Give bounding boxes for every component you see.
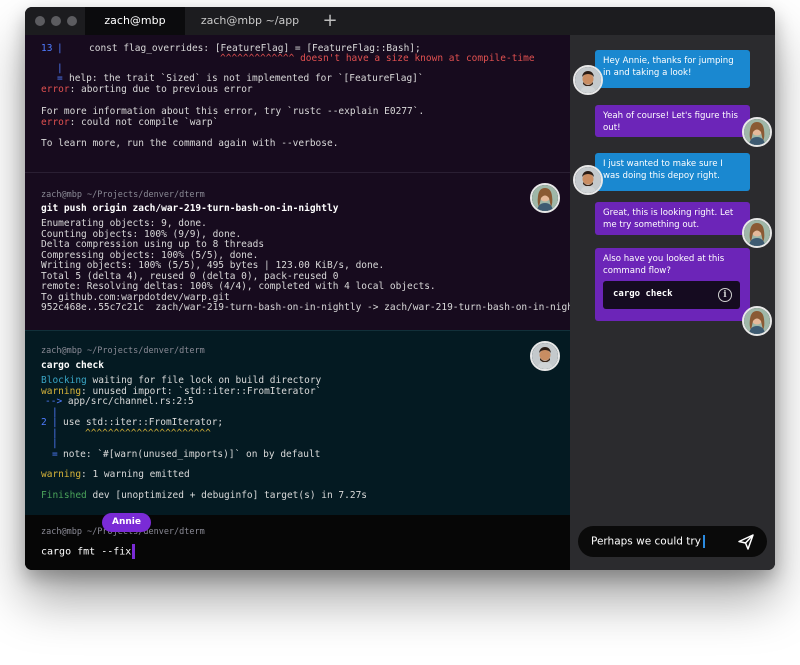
help-equals: = [57,73,63,84]
cargo-check-block[interactable]: zach@mbp ~/Projects/denver/dterm cargo c… [25,330,570,516]
location-text: app/src/channel.rs:2:5 [62,396,194,407]
shared-command-card[interactable]: cargo check i [603,281,740,309]
block-prompt: zach@mbp ~/Projects/denver/dterm [41,346,205,356]
info-icon[interactable]: i [718,288,732,302]
tab-zach-mbp[interactable]: zach@mbp [85,7,185,35]
blocking-label: Blocking [41,375,87,386]
avatar [573,165,603,195]
warning-carets: ^^^^^^^^^^^^^^^^^^^^^^ [85,427,211,439]
avatar [530,341,560,371]
output-line: warning: 1 warning emitted [41,469,190,481]
more-info-line: For more information about this error, t… [41,106,425,117]
gutter-pipe: | [52,438,58,449]
warning-text: : 1 warning emitted [81,469,190,480]
block-prompt: zach@mbp ~/Projects/denver/dterm [41,190,205,200]
output-line: remote: Resolving deltas: 100% (4/4), co… [41,281,436,292]
avatar [530,183,560,213]
blocking-text: waiting for file lock on build directory [86,375,322,386]
chat-message: I just wanted to make sure I was doing t… [595,153,750,191]
error-output-block[interactable]: 13 | const flag_overrides: [FeatureFlag]… [25,35,570,172]
error-text: : aborting due to previous error [69,84,253,95]
chat-panel: Hey Annie, thanks for jumping in and tak… [570,35,775,570]
collaborator-tag: Annie [102,513,151,532]
new-tab-button[interactable]: + [320,9,340,33]
error-line-2: error: could not compile `warp` [41,117,219,129]
avatar [742,117,772,147]
learn-more-line: To learn more, run the command again wit… [41,138,339,149]
title-bar: zach@mbp zach@mbp ~/app + [25,7,775,35]
error-line-1: error: aborting due to previous error [41,84,253,96]
chat-input-text: Perhaps we could try [591,535,701,548]
command-input-value: cargo fmt --fix [41,546,132,558]
chat-message: Great, this is looking right. Let me try… [595,202,750,235]
close-window-button[interactable] [35,16,45,26]
output-line: Delta compression using up to 8 threads [41,239,265,250]
chat-message: Yeah of course! Let's figure this out! [595,105,750,137]
note-equals: = [52,448,58,460]
chat-message: Also have you looked at this command flo… [595,248,750,321]
chat-message-text: Also have you looked at this command flo… [603,254,725,276]
error-text: : could not compile `warp` [69,117,219,128]
code-line: use std::iter::FromIterator; [63,417,224,428]
gutter-pipe: | [57,43,63,54]
collaborator-cursor [132,544,136,559]
tab-zach-mbp-app[interactable]: zach@mbp ~/app [195,7,305,35]
output-line: Enumerating objects: 9, done. [41,218,207,229]
chat-message: Hey Annie, thanks for jumping in and tak… [595,50,750,88]
warning-text: : unused import: `std::iter::FromIterato… [81,385,322,397]
note-text: note: `#[warn(unused_imports)]` on by de… [63,448,321,460]
output-line: Finished dev [unoptimized + debuginfo] t… [41,490,368,502]
text-cursor [702,535,705,548]
avatar [742,218,772,248]
block-command: git push origin zach/war-219-turn-bash-o… [41,203,339,214]
finished-label: Finished [41,490,87,501]
terminal-pane[interactable]: 13 | const flag_overrides: [FeatureFlag]… [25,35,570,570]
chat-input-value: Perhaps we could try [591,535,705,548]
gutter-pipe: | [52,417,58,428]
line-number: 13 [41,43,53,54]
maximize-window-button[interactable] [67,16,77,26]
error-label: error [41,84,70,95]
warning-label: warning [41,469,82,480]
output-line: Writing objects: 100% (5/5), 495 bytes |… [41,260,385,271]
output-line: --> app/src/channel.rs:2:5 [45,396,194,408]
error-carets: ^^^^^^^^^^^^^ doesn't have a size known … [220,53,535,64]
avatar [742,306,772,336]
finished-text: dev [unoptimized + debuginfo] target(s) … [86,490,368,501]
output-line: 952c468e..55c7c21c zach/war-219-turn-bas… [41,302,570,313]
shared-command-label: cargo check [613,289,673,299]
help-text: help: the trait `Sized` is not implement… [69,73,424,84]
error-label: error [41,117,70,128]
send-icon[interactable] [737,533,755,551]
line-number: 2 [41,417,47,428]
avatar [573,65,603,95]
block-command: cargo check [41,360,104,371]
git-push-block[interactable]: zach@mbp ~/Projects/denver/dterm git pus… [25,172,570,331]
chat-input[interactable]: Perhaps we could try [578,526,767,557]
app-window: zach@mbp zach@mbp ~/app + 13 | const fla… [25,7,775,570]
command-input[interactable]: cargo fmt --fix [41,544,136,560]
location-arrow: --> [45,396,63,407]
minimize-window-button[interactable] [51,16,61,26]
warning-label: warning [41,385,82,397]
